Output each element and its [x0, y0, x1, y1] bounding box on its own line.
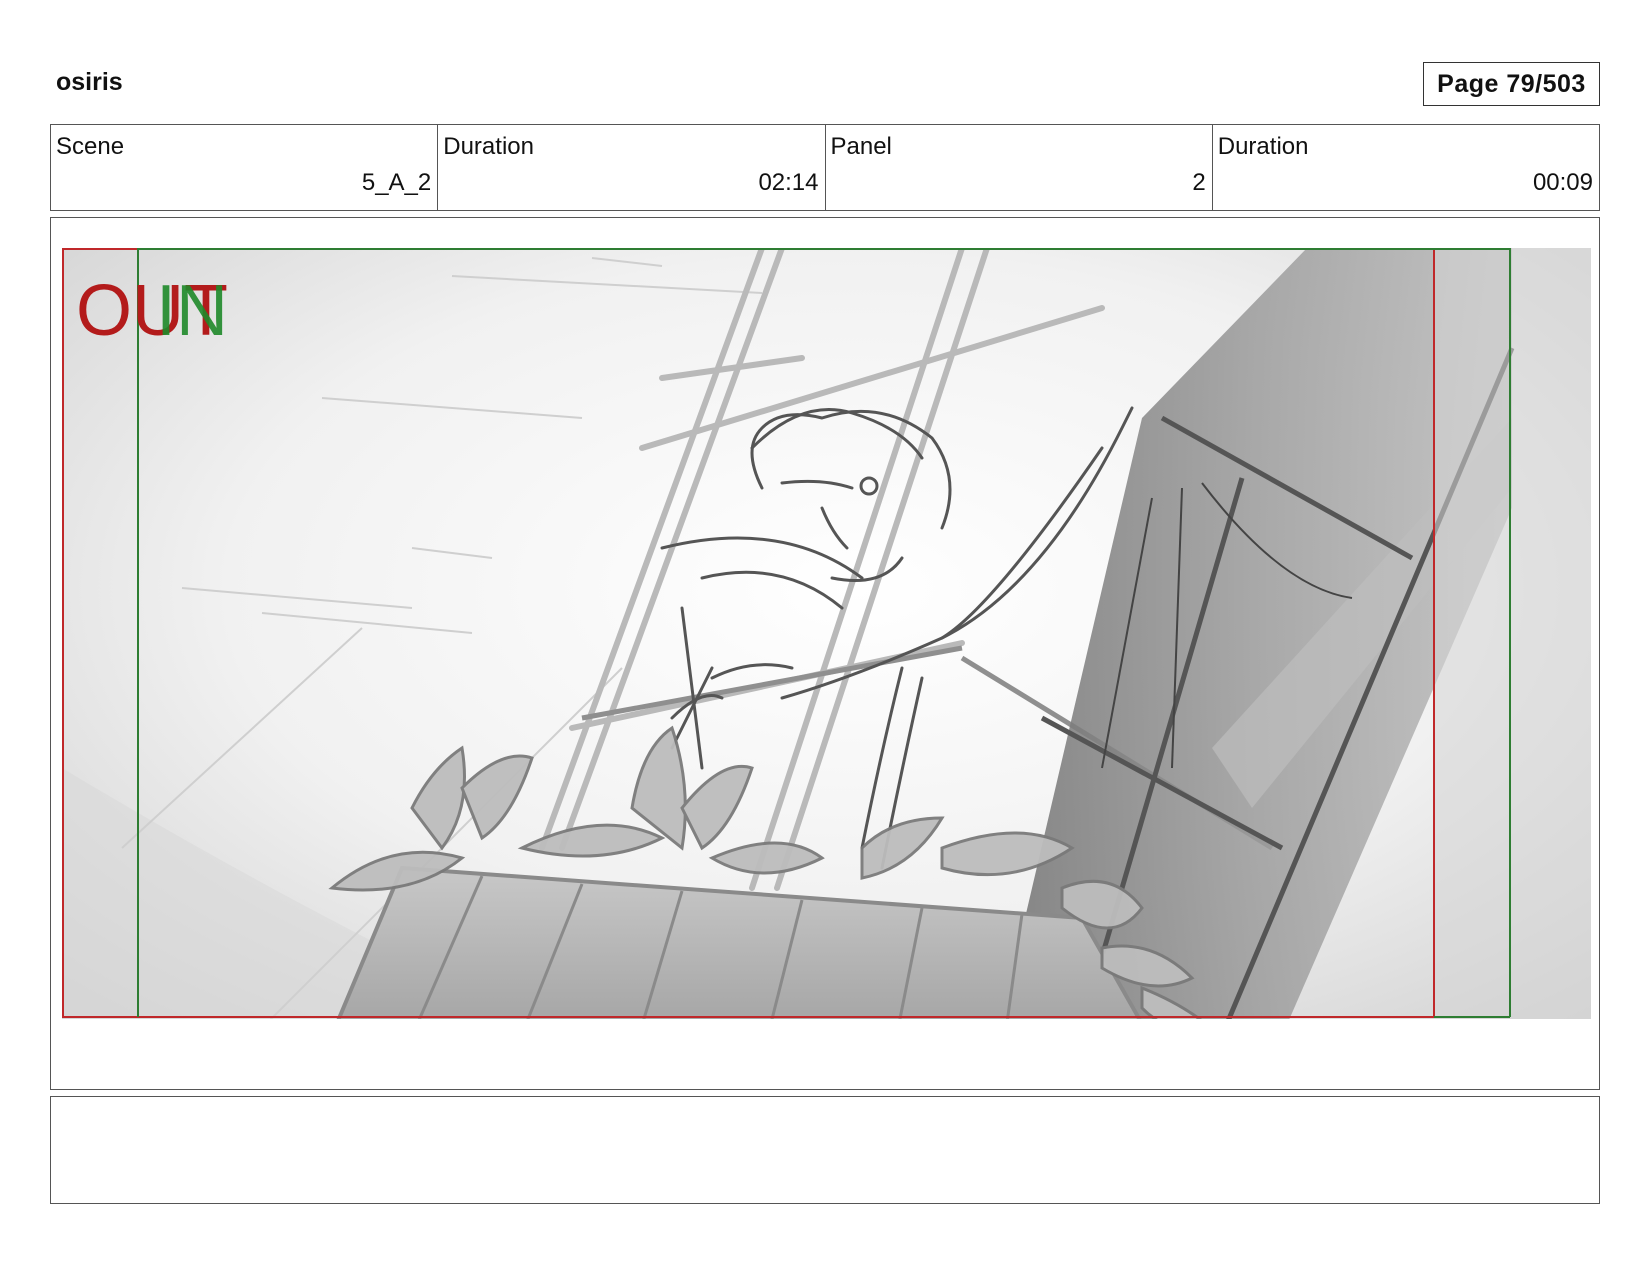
scene-duration-value: 02:14 [758, 169, 819, 196]
scene-label: Scene [56, 133, 125, 160]
panel-duration-label: Duration [1217, 133, 1309, 160]
storyboard-sketch: OUT IN [62, 248, 1591, 1059]
right-margin-shade [1434, 248, 1591, 1059]
info-table: Scene 5_A_2 Duration 02:14 Panel 2 Durat… [50, 124, 1600, 211]
panel-cell: Panel 2 [826, 125, 1213, 210]
panel-label: Panel [830, 133, 892, 160]
page-counter: Page 79/503 [1423, 62, 1600, 106]
panel-frame: OUT IN [50, 217, 1600, 1090]
notes-box [50, 1096, 1600, 1204]
panel-duration-value: 00:09 [1532, 169, 1593, 196]
scene-cell: Scene 5_A_2 [51, 125, 439, 210]
in-label: IN [156, 271, 228, 351]
scene-duration-label: Duration [443, 133, 534, 160]
storyboard-drawing: OUT IN [62, 248, 1591, 1059]
project-title: osiris [56, 68, 123, 96]
panel-duration-cell: Duration 00:09 [1213, 125, 1599, 210]
scene-duration-cell: Duration 02:14 [438, 125, 826, 210]
scene-value: 5_A_2 [361, 169, 432, 196]
panel-value: 2 [1192, 169, 1206, 196]
white-strip-bottom [62, 1019, 1591, 1059]
